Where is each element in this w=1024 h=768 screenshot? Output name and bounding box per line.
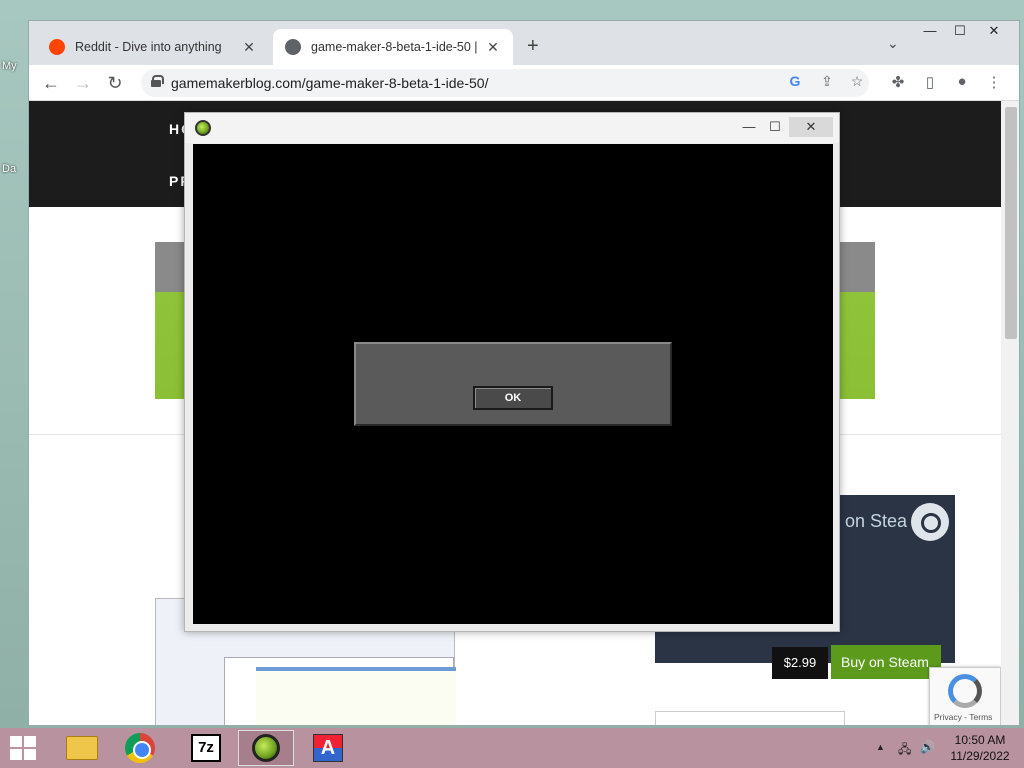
taskbar-game-maker[interactable]	[238, 730, 294, 766]
steam-widget-text: on Stea	[845, 511, 908, 531]
side-panel-icon[interactable]: ▯	[919, 73, 941, 91]
back-button[interactable]: ←	[39, 71, 63, 95]
game-maximize-button[interactable]: ☐	[761, 117, 789, 137]
desktop-icon-label[interactable]: Da	[2, 163, 16, 175]
network-icon[interactable]: 🖧	[898, 740, 911, 761]
price-label: $2.99	[772, 647, 828, 679]
game-minimize-button[interactable]: —	[735, 117, 763, 137]
tab-close-icon[interactable]: ✕	[241, 39, 257, 56]
address-bar[interactable]: gamemakerblog.com/game-maker-8-beta-1-id…	[141, 69, 869, 97]
show-hidden-icons-icon[interactable]: ▲	[876, 742, 885, 752]
scrollbar-thumb[interactable]	[1005, 107, 1017, 339]
clock-time: 10:50 AM	[954, 733, 1006, 747]
page-scrollbar[interactable]	[1001, 101, 1019, 725]
screenshot-code-window	[256, 667, 456, 725]
tab-search-button[interactable]: ⌄	[887, 35, 899, 52]
message-dialog: OK	[354, 342, 672, 426]
windows-logo-pane	[24, 736, 36, 747]
folder-icon	[66, 736, 98, 760]
google-icon[interactable]: G	[785, 73, 805, 89]
star-icon[interactable]: ☆	[847, 73, 867, 90]
tab-gamemakerblog[interactable]: game-maker-8-beta-1-ide-50 | ✕	[273, 29, 513, 65]
globe-icon	[285, 39, 301, 55]
desktop-icon-label[interactable]: My	[2, 60, 17, 72]
menu-icon[interactable]: ⋮	[983, 73, 1005, 91]
game-maker-icon	[252, 734, 280, 762]
recaptcha-icon	[948, 674, 982, 708]
game-window-titlebar[interactable]: — ☐ ✕	[185, 113, 839, 143]
game-canvas[interactable]: OK	[193, 144, 833, 624]
taskbar-chrome[interactable]	[112, 730, 168, 766]
taskbar-7zip[interactable]: 7z	[178, 730, 234, 766]
buy-on-steam-button[interactable]: Buy on Steam	[831, 645, 941, 679]
clock-date: 11/29/2022	[950, 749, 1010, 763]
volume-icon[interactable]: 🔊	[920, 740, 935, 754]
windows-logo-pane	[24, 749, 36, 760]
start-button[interactable]	[10, 736, 38, 760]
game-window: — ☐ ✕ OK	[184, 112, 840, 632]
close-button[interactable]: ✕	[979, 23, 1009, 39]
windows-logo-pane	[10, 749, 22, 760]
chrome-icon	[125, 733, 155, 763]
tab-close-icon[interactable]: ✕	[485, 39, 501, 56]
minimize-button[interactable]: —	[915, 23, 945, 38]
url-text[interactable]: gamemakerblog.com/game-maker-8-beta-1-id…	[171, 75, 488, 91]
taskbar: 7z A ▲ 🖧 🔊 10:50 AM 11/29/2022	[0, 728, 1024, 768]
7zip-icon: 7z	[191, 734, 221, 762]
reload-button[interactable]: ↻	[103, 71, 127, 95]
clock[interactable]: 10:50 AM 11/29/2022	[940, 732, 1020, 764]
maximize-button[interactable]: ☐	[945, 23, 975, 39]
share-icon[interactable]: ⇪	[817, 73, 837, 90]
profile-icon[interactable]: ●	[951, 73, 973, 90]
recaptcha-badge[interactable]: Privacy - Terms	[929, 667, 1001, 725]
taskbar-a-app[interactable]: A	[300, 730, 356, 766]
tab-reddit[interactable]: Reddit - Dive into anything ✕	[37, 29, 269, 65]
taskbar-file-explorer[interactable]	[54, 730, 110, 766]
extensions-icon[interactable]: ✤	[887, 73, 909, 91]
forward-button[interactable]: →	[71, 71, 95, 95]
content-box	[655, 711, 845, 725]
a-app-icon: A	[313, 734, 343, 762]
recaptcha-links[interactable]: Privacy - Terms	[934, 712, 992, 722]
reddit-icon	[49, 39, 65, 55]
game-close-button[interactable]: ✕	[789, 117, 833, 137]
tab-strip: Reddit - Dive into anything ✕ game-maker…	[29, 21, 1019, 65]
browser-toolbar: ← → ↻ gamemakerblog.com/game-maker-8-bet…	[29, 65, 1019, 101]
windows-logo-pane	[10, 736, 22, 747]
lock-icon[interactable]	[151, 75, 164, 87]
ok-button[interactable]: OK	[473, 386, 553, 410]
tab-title: game-maker-8-beta-1-ide-50 |	[311, 40, 478, 54]
tab-title: Reddit - Dive into anything	[75, 40, 222, 54]
game-maker-icon	[195, 120, 211, 136]
new-tab-button[interactable]: +	[527, 35, 539, 58]
steam-icon	[911, 503, 949, 541]
